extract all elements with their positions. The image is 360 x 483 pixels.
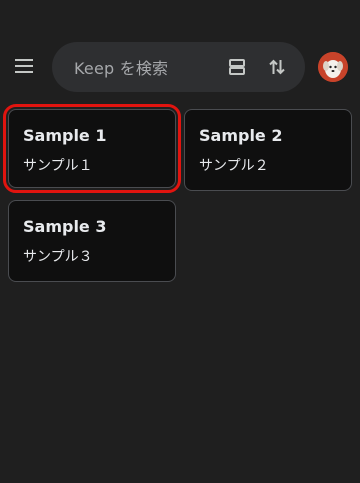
note-body: サンプル１ (23, 158, 93, 174)
note-title: Sample 1 (23, 126, 107, 145)
note-title: Sample 3 (23, 217, 107, 236)
avatar-dog-image (318, 52, 348, 82)
note-body: サンプル３ (23, 249, 93, 265)
note-card[interactable]: Sample 1 サンプル１ (3, 104, 181, 193)
search-bar[interactable]: Keep を検索 (52, 42, 305, 92)
sort-arrows-icon (269, 59, 285, 75)
profile-avatar[interactable] (318, 52, 348, 82)
view-toggle-button[interactable] (223, 53, 251, 81)
hamburger-menu-icon (15, 59, 33, 73)
search-placeholder: Keep を検索 (74, 59, 169, 78)
list-view-icon (229, 59, 245, 75)
note-card[interactable]: Sample 3 サンプル３ (8, 200, 176, 282)
top-app-bar: Keep を検索 (0, 0, 360, 100)
note-title: Sample 2 (199, 126, 283, 145)
note-body: サンプル２ (199, 158, 269, 174)
sort-button[interactable] (263, 53, 291, 81)
main-menu-button[interactable] (10, 52, 38, 80)
note-card[interactable]: Sample 2 サンプル２ (184, 109, 352, 191)
